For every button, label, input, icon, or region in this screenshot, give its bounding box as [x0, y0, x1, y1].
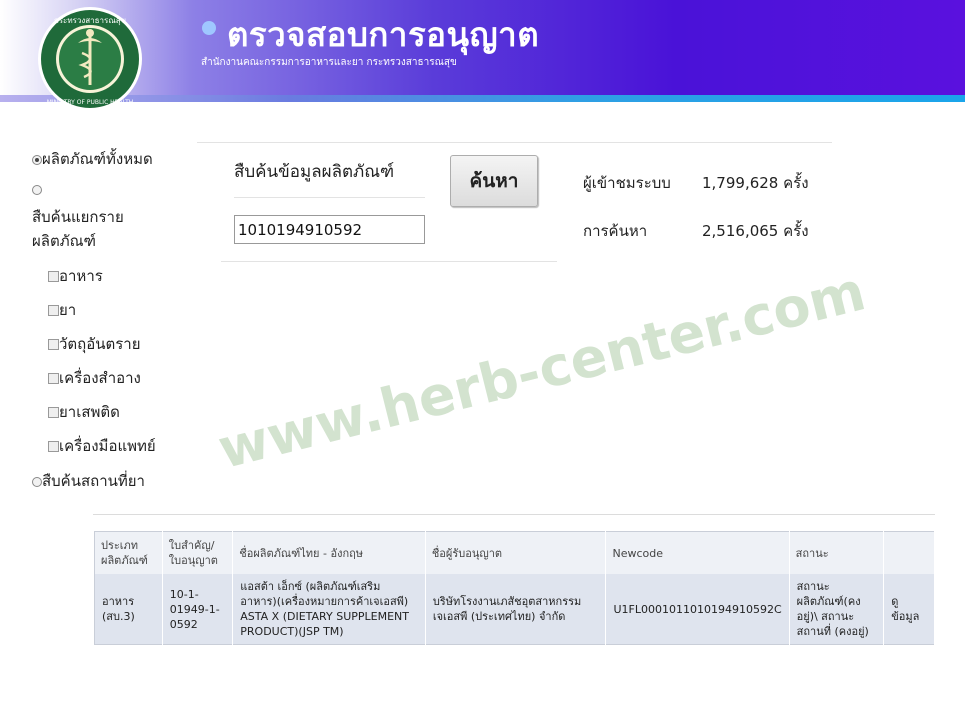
checkbox-icon[interactable]	[48, 339, 59, 350]
header-licensee: ชื่อผู้รับอนุญาต	[425, 531, 607, 574]
radio-by-location-label: สืบค้นสถานที่ยา	[42, 472, 145, 490]
checkbox-medical-devices[interactable]: เครื่องมือแพทย์	[48, 434, 156, 458]
divider	[221, 261, 557, 262]
table-header-row: ประเภท ผลิตภัณฑ์ ใบสำคัญ/ใบอนุญาต ชื่อผลิ…	[94, 531, 935, 574]
ministry-logo: กระทรวงสาธารณสุข MINISTRY OF PUBLIC HEAL…	[38, 7, 142, 111]
radio-checked-icon[interactable]	[32, 155, 42, 165]
radio-icon[interactable]	[32, 477, 42, 487]
radio-all-products-label: ผลิตภัณฑ์ทั้งหมด	[42, 150, 153, 168]
cell-type: อาหาร (สบ.3)	[94, 574, 163, 645]
checkbox-icon[interactable]	[48, 373, 59, 384]
radio-by-category-label-line2: ผลิตภัณฑ์	[32, 232, 96, 250]
search-button[interactable]: ค้นหา	[450, 155, 538, 207]
checkbox-food[interactable]: อาหาร	[48, 264, 103, 288]
cell-newcode: U1FL0001011010194910592C	[605, 574, 790, 645]
header-newcode: Newcode	[605, 531, 790, 574]
checkbox-icon[interactable]	[48, 441, 59, 452]
cell-status: สถานะ ผลิตภัณฑ์(คง อยู่)\ สถานะ สถานที่ (คง…	[789, 574, 885, 645]
results-table: ประเภท ผลิตภัณฑ์ ใบสำคัญ/ใบอนุญาต ชื่อผลิ…	[94, 531, 935, 645]
divider	[93, 514, 935, 515]
header-product-name: ชื่อผลิตภัณฑ์ไทย - อังกฤษ	[232, 531, 426, 574]
radio-icon[interactable]	[32, 185, 42, 195]
page-subtitle: สำนักงานคณะกรรมการอาหารและยา กระทรวงสาธา…	[201, 57, 457, 68]
checkbox-narcotics[interactable]: ยาเสพติด	[48, 400, 120, 424]
header-license: ใบสำคัญ/ใบอนุญาต	[162, 531, 234, 574]
divider	[197, 142, 832, 143]
cell-licensee: บริษัทโรงงานเภสัชอุตสาหกรรม เจเอสพี (ประเ…	[425, 574, 607, 645]
header-action	[883, 531, 935, 574]
checkbox-icon[interactable]	[48, 407, 59, 418]
watermark-text: www.herb-center.com	[212, 259, 872, 482]
cell-product-name: แอสต้า เอ็กซ์ (ผลิตภัณฑ์เสริม อาหาร)(เครื…	[232, 574, 426, 645]
radio-all-products[interactable]: ผลิตภัณฑ์ทั้งหมด	[32, 147, 153, 171]
searches-value: 2,516,065 ครั้ง	[702, 222, 809, 240]
visitors-label: ผู้เข้าชมระบบ	[583, 174, 671, 192]
page-title: ตรวจสอบการอนุญาต	[227, 15, 540, 54]
checkbox-hazardous-label: วัตถุอันตราย	[59, 335, 141, 353]
checkbox-medical-devices-label: เครื่องมือแพทย์	[59, 437, 156, 455]
checkbox-icon[interactable]	[48, 271, 59, 282]
checkbox-icon[interactable]	[48, 305, 59, 316]
visitors-value: 1,799,628 ครั้ง	[702, 174, 809, 192]
radio-by-location[interactable]: สืบค้นสถานที่ยา	[32, 469, 145, 493]
header-type: ประเภท ผลิตภัณฑ์	[94, 531, 163, 574]
radio-by-category[interactable]	[32, 180, 42, 198]
table-row[interactable]: อาหาร (สบ.3) 10-1- 01949-1- 0592 แอสต้า เอ็…	[94, 574, 935, 645]
checkbox-drug-label: ยา	[59, 301, 77, 319]
svg-text:กระทรวงสาธารณสุข: กระทรวงสาธารณสุข	[54, 16, 126, 25]
cell-license: 10-1- 01949-1- 0592	[162, 574, 234, 645]
title-bullet-icon	[202, 21, 216, 35]
header-status: สถานะ	[789, 531, 885, 574]
checkbox-narcotics-label: ยาเสพติด	[59, 403, 120, 421]
search-label: สืบค้นข้อมูลผลิตภัณฑ์	[234, 162, 395, 182]
svg-text:MINISTRY OF PUBLIC HEALTH: MINISTRY OF PUBLIC HEALTH	[47, 99, 134, 106]
checkbox-food-label: อาหาร	[59, 267, 103, 285]
checkbox-cosmetics-label: เครื่องสำอาง	[59, 369, 141, 387]
checkbox-hazardous[interactable]: วัตถุอันตราย	[48, 332, 141, 356]
view-details-link[interactable]: ดู ข้อมูล	[883, 574, 935, 645]
divider	[234, 197, 425, 198]
checkbox-cosmetics[interactable]: เครื่องสำอาง	[48, 366, 141, 390]
checkbox-drug[interactable]: ยา	[48, 298, 76, 322]
search-input[interactable]	[234, 215, 425, 244]
radio-by-category-label-line1: สืบค้นแยกราย	[32, 208, 124, 226]
searches-label: การค้นหา	[583, 222, 648, 240]
